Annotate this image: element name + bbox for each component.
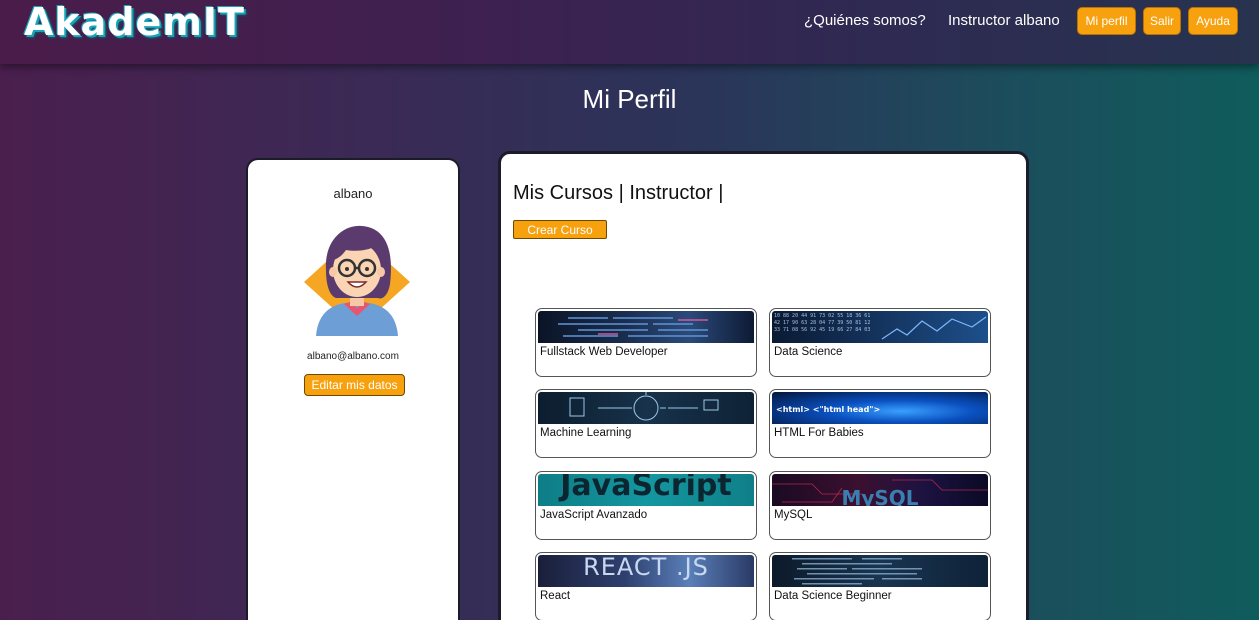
course-thumbnail-text: JavaScript	[560, 474, 732, 503]
course-name: Fullstack Web Developer	[540, 346, 668, 358]
course-card[interactable]: Machine Learning	[535, 389, 757, 458]
courses-card: Mis Cursos | Instructor | Crear Curso Fu…	[498, 151, 1029, 620]
course-card[interactable]: MySQL MySQL	[769, 471, 991, 540]
svg-text:10 88 20 44 91 73 02 55 18 36: 10 88 20 44 91 73 02 55 18 36 61	[774, 313, 870, 319]
course-card[interactable]: <html> <"html head"> HTML For Babies	[769, 389, 991, 458]
course-thumbnail-image: REACT .JS	[538, 555, 754, 587]
course-thumbnail-image	[538, 311, 754, 343]
data-screen-icon: 10 88 20 44 91 73 02 55 18 36 61 42 17 9…	[774, 313, 987, 340]
course-name: Data Science Beginner	[774, 590, 892, 602]
profile-name: albano	[333, 186, 373, 201]
course-name: JavaScript Avanzado	[540, 509, 648, 521]
code-screen-icon	[558, 317, 708, 337]
course-thumbnail-image	[772, 555, 988, 587]
course-thumbnail-image: 10 88 20 44 91 73 02 55 18 36 61 42 17 9…	[772, 311, 988, 343]
course-thumbnail-text: <html> <"html head">	[776, 405, 881, 414]
course-card[interactable]: REACT .JS React	[535, 552, 757, 620]
create-course-button[interactable]: Crear Curso	[513, 220, 607, 239]
code-screen-icon	[792, 558, 922, 585]
logout-button[interactable]: Salir	[1143, 7, 1181, 35]
nav-link-instructor[interactable]: Instructor albano	[948, 12, 1060, 29]
machine-learning-icon	[569, 392, 719, 421]
svg-text:33 71 08 56 92 45 19 66 27 84: 33 71 08 56 92 45 19 66 27 84 03	[774, 327, 870, 333]
profile-card: albano albano@albano.com Editar mis dato…	[246, 158, 460, 620]
course-name: React	[540, 590, 571, 602]
course-card[interactable]: 10 88 20 44 91 73 02 55 18 36 61 42 17 9…	[769, 308, 991, 377]
course-thumbnail-image: MySQL	[772, 474, 988, 506]
help-button[interactable]: Ayuda	[1188, 7, 1238, 35]
course-thumbnail-image	[538, 392, 754, 424]
site-logo[interactable]: AkademIT	[24, 0, 245, 44]
edit-profile-button[interactable]: Editar mis datos	[304, 374, 405, 396]
course-thumbnail-text: REACT .JS	[583, 555, 709, 581]
page-title: Mi Perfil	[582, 84, 677, 114]
avatar	[302, 220, 412, 336]
avatar-illustration-icon	[304, 225, 410, 336]
course-name: Data Science	[774, 346, 843, 358]
course-name: HTML For Babies	[774, 427, 864, 439]
profile-email: albano@albano.com	[307, 351, 399, 362]
svg-text:42 17 90 63 28 04 77 39 50 81: 42 17 90 63 28 04 77 39 50 81 12	[774, 320, 870, 326]
course-thumbnail-image: JavaScript	[538, 474, 754, 506]
top-navbar: AkademIT ¿Quiénes somos? Instructor alba…	[0, 0, 1259, 64]
nav-link-about[interactable]: ¿Quiénes somos?	[804, 12, 926, 29]
course-card[interactable]: Data Science Beginner	[769, 552, 991, 620]
course-card[interactable]: JavaScript JavaScript Avanzado	[535, 471, 757, 540]
course-name: MySQL	[774, 509, 813, 521]
course-card[interactable]: Fullstack Web Developer	[535, 308, 757, 377]
course-thumbnail-image: <html> <"html head">	[772, 392, 988, 424]
course-name: Machine Learning	[540, 427, 632, 439]
my-profile-button[interactable]: Mi perfil	[1077, 7, 1136, 35]
course-thumbnail-text: MySQL	[841, 486, 919, 506]
courses-title: Mis Cursos | Instructor |	[513, 182, 724, 204]
